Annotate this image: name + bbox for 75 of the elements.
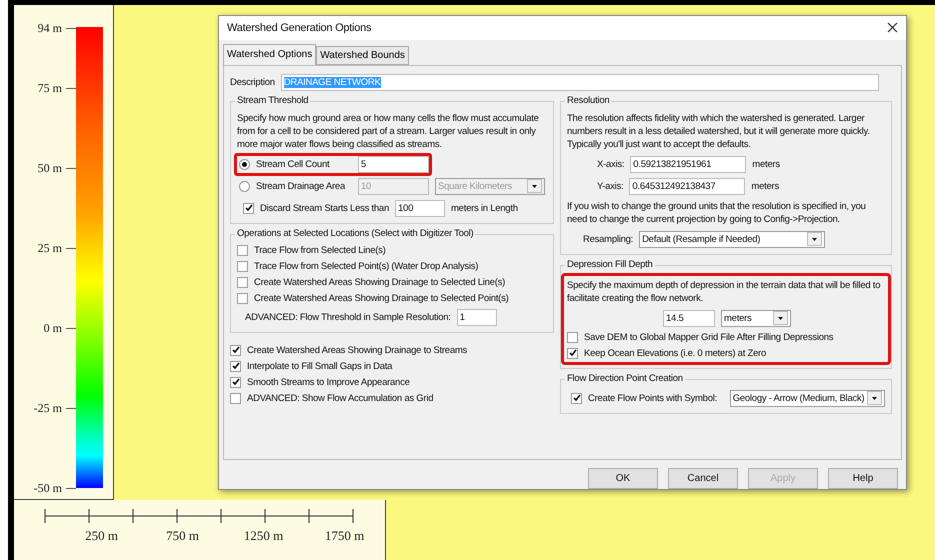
threshold-text: Specify how much ground area or how many cells the flow must accumulate from for a cell to be considered part of a stream. Larger values result in only more major water flows being classified as streams. [237, 112, 540, 151]
axis-label: Y-axis: [597, 180, 624, 192]
unit-label: meters in Length [451, 202, 518, 214]
checkbox-label: Trace Flow from Selected Point(s) (Water Drop Analysis) [254, 260, 478, 272]
scale-label: 1750 m [324, 528, 366, 544]
group-title: Resolution [565, 94, 612, 106]
description-label: Description [230, 76, 275, 88]
checkbox[interactable] [230, 392, 241, 404]
checkbox-label: Discard Stream Starts Less than [260, 202, 389, 214]
checkbox-label: Create Watershed Areas Showing Drainage to Selected Line(s) [254, 276, 506, 288]
check-icon [572, 394, 580, 402]
legend-label: -50 m [34, 480, 62, 496]
checkbox-label: Create Watershed Areas Showing Drainage to Selected Point(s) [254, 292, 508, 304]
group-title: Flow Direction Point Creation [565, 372, 685, 384]
window-title: Watershed Generation Options [227, 22, 372, 34]
checkbox[interactable] [237, 260, 248, 272]
checkbox[interactable] [567, 348, 578, 359]
value-field[interactable]: 5 [358, 156, 429, 173]
legend-label: 0 m [44, 320, 62, 336]
scale-label: 1250 m [242, 528, 284, 544]
tab[interactable]: Watershed Options [223, 44, 316, 65]
unit-dropdown[interactable]: meters [721, 310, 791, 327]
check-icon [244, 204, 252, 212]
radio-label: Stream Drainage Area [256, 180, 346, 192]
dialog-button[interactable]: OK [588, 468, 658, 489]
checkbox-label: ADVANCED: Show Flow Accumulation as Grid [247, 392, 434, 404]
checkbox-label: Create Flow Points with Symbol: [588, 392, 718, 404]
unit-label: meters [751, 180, 779, 192]
resolution-text: The resolution affects fidelity with which the watershed is generated. Larger numbers result in a less detailed watershed, but it will generate more quickly. Typically you'll just want to accept the defaults. [567, 112, 871, 151]
axis-label: X-axis: [597, 158, 624, 170]
legend-label: 75 m [38, 80, 62, 96]
group-title: Operations at Selected Locations (Select with Digitizer Tool) [235, 228, 476, 239]
value-field[interactable]: 1 [456, 308, 497, 326]
legend-label: 25 m [38, 240, 62, 256]
depth-field[interactable]: 14.5 [663, 310, 715, 327]
checkbox[interactable] [230, 360, 241, 372]
threshold-label: ADVANCED: Flow Threshold in Sample Resolution: [245, 312, 451, 323]
tab[interactable]: Watershed Bounds [316, 46, 409, 65]
checkbox[interactable] [237, 276, 248, 288]
checkbox-label: Save DEM to Global Mapper Grid File After Filling Depressions [584, 332, 834, 343]
checkbox[interactable] [567, 332, 578, 343]
value-field[interactable]: 0.645312492138437 [629, 178, 746, 195]
symbol-dropdown[interactable]: Geology - Arrow (Medium, Black) [730, 390, 885, 407]
resampling-dropdown[interactable]: Default (Resample if Needed) [639, 230, 826, 248]
resampling-label: Resampling: [583, 234, 634, 245]
scale-label: 750 m [165, 528, 200, 544]
checkbox[interactable] [243, 202, 254, 214]
legend-label: 50 m [38, 160, 62, 176]
legend-label: -25 m [34, 400, 62, 416]
projection-note: If you wish to change the ground units that the resolution is specified in, you need to change the current projection by going to Config->Projection. [567, 200, 867, 226]
radio-button[interactable] [239, 158, 250, 170]
group-title: Depression Fill Depth [565, 258, 655, 270]
value-field[interactable]: 100 [395, 200, 445, 217]
checkbox[interactable] [230, 344, 241, 356]
checkbox-label: Trace Flow from Selected Line(s) [254, 244, 386, 256]
checkbox-label: Keep Ocean Elevations (i.e. 0 meters) at Zero [584, 348, 766, 359]
group-title: Stream Threshold [235, 94, 310, 106]
checkbox[interactable] [237, 292, 248, 304]
depression-text: Specify the maximum depth of depression in the terrain data that will be filled to facilitate creating the flow network. [567, 278, 882, 305]
dialog-button[interactable]: Cancel [668, 468, 738, 489]
dialog-button[interactable]: Help [828, 468, 898, 489]
checkbox-label: Create Watershed Areas Showing Drainage to Streams [247, 344, 468, 356]
legend-label: 94 m [38, 20, 62, 36]
scale-label: 250 m [84, 528, 119, 544]
radio-label: Stream Cell Count [256, 158, 330, 170]
checkbox[interactable] [237, 244, 248, 256]
unit-label: meters [752, 158, 780, 170]
check-icon [568, 349, 576, 358]
checkbox-label: Smooth Streams to Improve Appearance [247, 376, 410, 388]
close-icon[interactable] [887, 22, 898, 34]
checkbox[interactable] [571, 392, 582, 404]
checkbox[interactable] [230, 376, 241, 388]
radio-button[interactable] [239, 180, 250, 192]
value-field[interactable]: 0.59213821951961 [630, 156, 746, 173]
checkbox-label: Interpolate to Fill Small Gaps in Data [247, 360, 392, 372]
